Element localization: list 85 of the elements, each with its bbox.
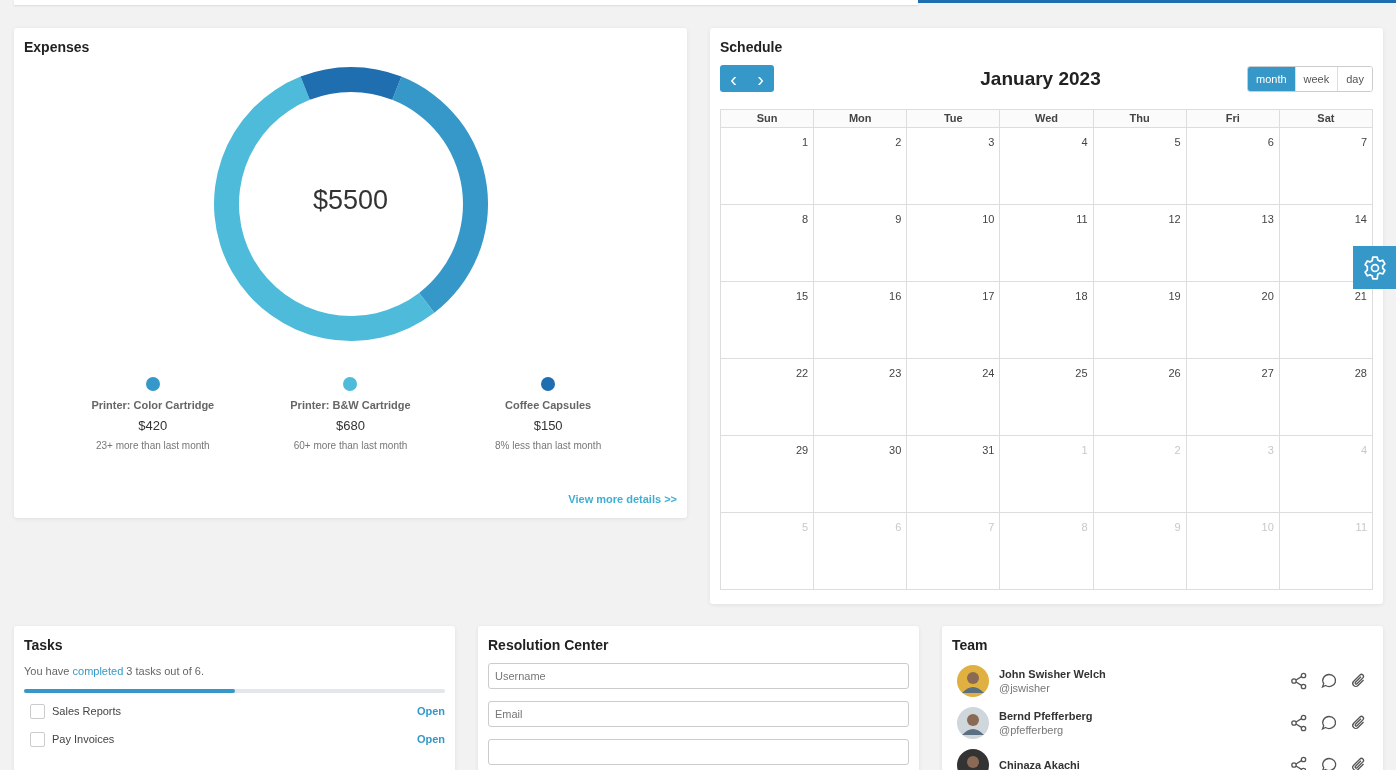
day-number: 8 [802,213,809,225]
share-icon[interactable] [1290,756,1308,770]
card-title: Expenses [24,39,91,55]
day-number: 5 [1174,136,1181,148]
input-field[interactable]: Username [488,663,909,689]
day-number: 30 [889,444,902,456]
day-number: 29 [795,444,809,456]
tasks-summary: You have completed 3 tasks out of 6. [24,665,205,677]
task-label: Pay Invoices [52,733,115,745]
member-name: Bernd Pfefferberg [999,710,1093,722]
legend-note: 60+ more than last month [293,440,408,451]
day-number: 27 [1261,367,1274,379]
legend-note: 8% less than last month [495,440,602,451]
card-title: Resolution Center [488,637,610,653]
day-number: 10 [982,213,995,225]
member-handle: @pfefferberg [999,724,1065,736]
view-tab[interactable]: month [1248,66,1295,91]
avatar [957,665,989,697]
card-title: Team [952,637,989,653]
open-link[interactable]: Open [416,733,445,745]
day-number: 15 [795,290,809,302]
avatar [957,707,989,739]
legend-label: Printer: B&W Cartridge [290,399,411,411]
weekday-header: Sat [1279,110,1373,128]
day-number: 1 [802,136,809,148]
day-number: 14 [1354,213,1367,225]
weekday-header: Mon [814,110,908,128]
member-handle: @jswisher [999,682,1051,694]
day-number: 2 [895,136,902,148]
checkbox[interactable] [30,731,45,747]
input-field[interactable] [488,739,909,765]
day-number: 4 [1081,136,1088,148]
weekday-header: Thu [1093,110,1187,128]
day-number: 23 [889,367,902,379]
member-name: Chinaza Akachi [999,759,1080,770]
day-number: 6 [1267,136,1274,148]
day-number: 12 [1168,213,1181,225]
member-name: John Swisher Welch [999,668,1106,680]
view-tab[interactable]: day [1337,66,1372,91]
weekday-header: Fri [1186,110,1280,128]
day-number: 11 [1076,213,1088,225]
next-button[interactable]: › [747,65,774,92]
day-number: 13 [1261,213,1274,225]
day-number: 31 [982,444,995,456]
previous-button[interactable]: ‹ [720,65,747,92]
legend-amount: $420 [138,418,168,433]
checkbox[interactable] [30,703,45,719]
day-number: 22 [795,367,809,379]
input-field[interactable]: Email [488,701,909,727]
card-title: Schedule [720,39,784,55]
day-number: 24 [982,367,995,379]
comment-icon[interactable] [1320,672,1338,690]
task-label: Sales Reports [52,705,122,717]
share-icon[interactable] [1290,672,1308,690]
day-number: 3 [988,136,995,148]
weekday-header: Sun [721,110,815,128]
day-number: 19 [1168,290,1181,302]
day-number: 26 [1168,367,1181,379]
total-amount: $5500 [311,185,390,216]
completed-link[interactable]: completed [72,665,124,677]
day-number: 9 [895,213,902,225]
settings-button[interactable] [1353,246,1396,289]
details-link[interactable]: View more details >> [568,493,677,505]
open-link[interactable]: Open [416,705,445,717]
day-number: 7 [1360,136,1367,148]
weekday-header: Tue [907,110,1001,128]
legend-amount: $680 [336,418,365,433]
share-icon[interactable] [1290,714,1308,732]
weekday-header: Wed [1000,110,1094,128]
comment-icon[interactable] [1320,714,1338,732]
month-title: January 2023 [980,67,1101,90]
comment-icon[interactable] [1320,756,1338,770]
day-number: 16 [889,290,902,302]
day-number: 17 [982,290,995,302]
legend-amount: $150 [533,418,563,433]
day-number: 21 [1354,290,1367,302]
legend-label: Printer: Color Cartridge [91,399,215,411]
day-number: 25 [1075,367,1088,379]
settings-icon [1361,254,1388,281]
card-title: Tasks [24,637,64,653]
legend-note: 23+ more than last month [96,440,210,451]
day-number: 20 [1261,290,1274,302]
legend-label: Coffee Capsules [505,399,592,411]
day-number: 18 [1075,290,1088,302]
day-number: 28 [1354,367,1367,379]
